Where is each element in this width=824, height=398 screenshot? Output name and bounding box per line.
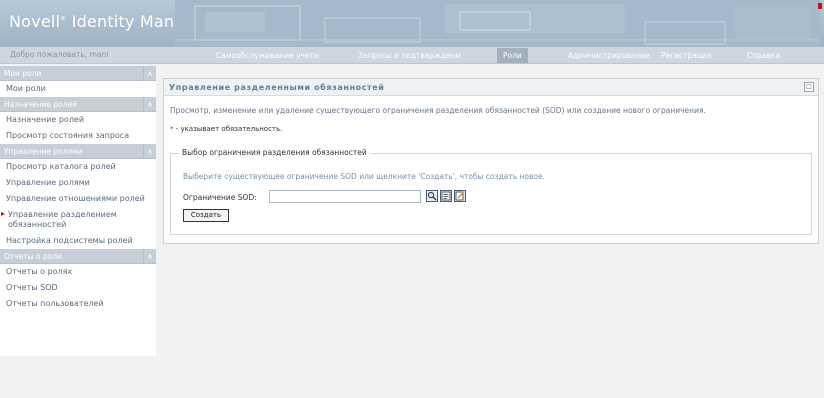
section-title: Назначение ролей <box>4 100 78 109</box>
intro-text: Просмотр, изменение или удаление существ… <box>170 106 706 115</box>
collapse-icon[interactable]: ∧ <box>143 144 156 159</box>
create-button[interactable]: Создать <box>183 209 229 222</box>
sidebar-section-my-roles[interactable]: Мои роли ∧ <box>0 66 156 81</box>
tab-self-service[interactable]: Самообслуживание учетн <box>210 48 325 63</box>
collapse-icon[interactable]: ∧ <box>143 97 156 112</box>
sidebar-item-separation-of-duties[interactable]: Управление разделением обязанностей <box>0 207 156 233</box>
collapse-icon[interactable]: ∧ <box>143 66 156 81</box>
sidebar-item-request-status[interactable]: Просмотр состояния запроса <box>0 128 156 144</box>
sidebar-item-role-relationships[interactable]: Управление отношениями ролей <box>0 191 156 207</box>
panel-title: Управление разделенными обязанностей <box>164 79 818 96</box>
app-header: Novell® Identity Manager <box>0 0 824 47</box>
edit-icon[interactable] <box>454 190 466 202</box>
section-title: Отчеты о роли <box>4 252 62 261</box>
sidebar-item-role-reports[interactable]: Отчеты о ролях <box>0 264 156 280</box>
sidebar-item-role-subsystem[interactable]: Настройка подсистемы ролей <box>0 233 156 249</box>
sod-input[interactable] <box>269 190 421 203</box>
top-navigation: Добро пожаловать, mani Самообслуживание … <box>0 47 824 64</box>
sidebar-item-role-assignment[interactable]: Назначение ролей <box>0 112 156 128</box>
help-text: Выберите существующее ограничение SOD ил… <box>183 172 546 181</box>
sidebar-item-user-reports[interactable]: Отчеты пользователей <box>0 296 156 312</box>
sidebar-item-role-catalog[interactable]: Просмотр каталога ролей <box>0 159 156 175</box>
sod-label: Ограничение SOD: <box>183 193 257 202</box>
search-icon[interactable] <box>426 190 438 202</box>
sod-management-panel: Управление разделенными обязанностей □ П… <box>163 78 819 244</box>
header-decoration <box>175 0 820 47</box>
alert-indicator <box>818 3 822 9</box>
sidebar-item-manage-roles[interactable]: Управление ролями <box>0 175 156 191</box>
sidebar-section-role-assignment[interactable]: Назначение ролей ∧ <box>0 97 156 112</box>
collapse-icon[interactable]: ∧ <box>143 249 156 264</box>
sidebar-section-role-management[interactable]: Управление ролями ∧ <box>0 144 156 159</box>
sidebar: Мои роли ∧ Мои роли Назначение ролей ∧ Н… <box>0 66 156 356</box>
tab-administration[interactable]: Администрирование <box>562 48 656 63</box>
sod-selection-fieldset: Выбор ограничения разделения обязанносте… <box>170 148 812 235</box>
section-title: Мои роли <box>4 69 42 78</box>
required-note: * - указывает обязательность. <box>170 125 283 133</box>
sidebar-section-role-reports[interactable]: Отчеты о роли ∧ <box>0 249 156 264</box>
sidebar-item-my-roles[interactable]: Мои роли <box>0 81 156 97</box>
tab-requests-approvals[interactable]: Запросы и подтверждени <box>352 48 467 63</box>
history-icon[interactable] <box>440 190 452 202</box>
tab-registration[interactable]: Регистрация <box>655 48 717 63</box>
section-title: Управление ролями <box>4 147 83 156</box>
welcome-text: Добро пожаловать, mani <box>10 50 109 59</box>
fieldset-legend: Выбор ограничения разделения обязанносте… <box>179 148 370 157</box>
sidebar-item-sod-reports[interactable]: Отчеты SOD <box>0 280 156 296</box>
tab-help[interactable]: Справка <box>741 48 786 63</box>
maximize-icon[interactable]: □ <box>804 82 814 92</box>
tab-roles[interactable]: Роли <box>497 48 528 63</box>
